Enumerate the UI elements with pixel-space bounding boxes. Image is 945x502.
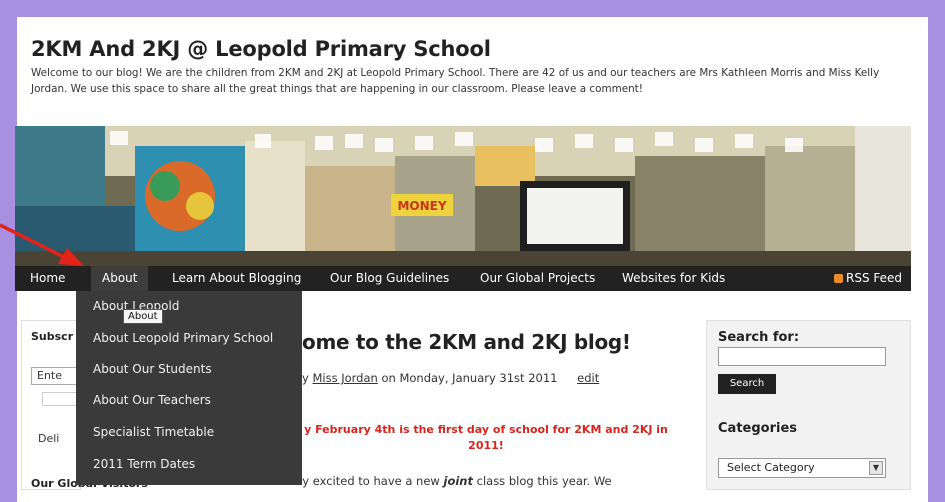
about-dropdown-menu: About Leopold About Leopold Primary Scho…: [76, 291, 302, 485]
search-input[interactable]: [718, 347, 886, 366]
post-body-emphasis: joint: [443, 474, 473, 488]
about-tooltip: About: [123, 309, 163, 324]
categories-select-value: Select Category: [727, 461, 815, 474]
nav-item-global-projects[interactable]: Our Global Projects: [480, 266, 595, 291]
site-description: Welcome to our blog! We are the children…: [31, 67, 880, 95]
post-highlight-line1: y February 4th is the first day of schoo…: [304, 423, 668, 436]
search-title: Search for:: [718, 330, 800, 345]
subscribe-deliver-text: Deli: [38, 432, 60, 445]
header-banner-image: MONEY: [15, 126, 911, 266]
dropdown-item-2011-term-dates[interactable]: 2011 Term Dates: [93, 457, 195, 471]
dropdown-item-about-leopold-primary-school[interactable]: About Leopold Primary School: [93, 331, 273, 345]
post-author-link[interactable]: Miss Jordan: [312, 371, 377, 385]
chevron-down-icon[interactable]: ▼: [869, 461, 883, 475]
nav-item-blog-guidelines[interactable]: Our Blog Guidelines: [330, 266, 449, 291]
post-body-suffix: class blog this year. We: [472, 474, 612, 488]
dropdown-item-about-our-teachers[interactable]: About Our Teachers: [93, 393, 211, 407]
rss-feed-link[interactable]: RSS Feed: [833, 266, 902, 291]
post-meta: y Miss Jordan on Monday, January 31st 20…: [302, 371, 599, 385]
main-navigation: Home About Learn About Blogging Our Blog…: [15, 266, 911, 291]
post-meta-prefix: y: [302, 371, 313, 385]
categories-select[interactable]: Select Category ▼: [718, 458, 886, 478]
categories-title: Categories: [718, 421, 798, 436]
nav-item-learn-about-blogging[interactable]: Learn About Blogging: [172, 266, 301, 291]
post-title[interactable]: ome to the 2KM and 2KJ blog!: [302, 330, 631, 354]
dropdown-item-about-our-students[interactable]: About Our Students: [93, 362, 212, 376]
dropdown-item-specialist-timetable[interactable]: Specialist Timetable: [93, 425, 214, 439]
post-edit-link[interactable]: edit: [577, 371, 599, 385]
classroom-photo: MONEY: [15, 126, 911, 266]
subscribe-title: Subscr: [31, 330, 74, 343]
rss-feed-label: RSS Feed: [845, 271, 902, 285]
post-highlight: y February 4th is the first day of schoo…: [296, 422, 676, 454]
nav-item-websites-for-kids[interactable]: Websites for Kids: [622, 266, 725, 291]
red-arrow-icon: [0, 223, 84, 266]
post-highlight-line2: 2011!: [468, 439, 504, 452]
rss-icon: [833, 274, 843, 283]
search-button[interactable]: Search: [718, 374, 776, 394]
money-sign-text: MONEY: [397, 199, 446, 213]
post-date: on Monday, January 31st 2011: [377, 371, 558, 385]
